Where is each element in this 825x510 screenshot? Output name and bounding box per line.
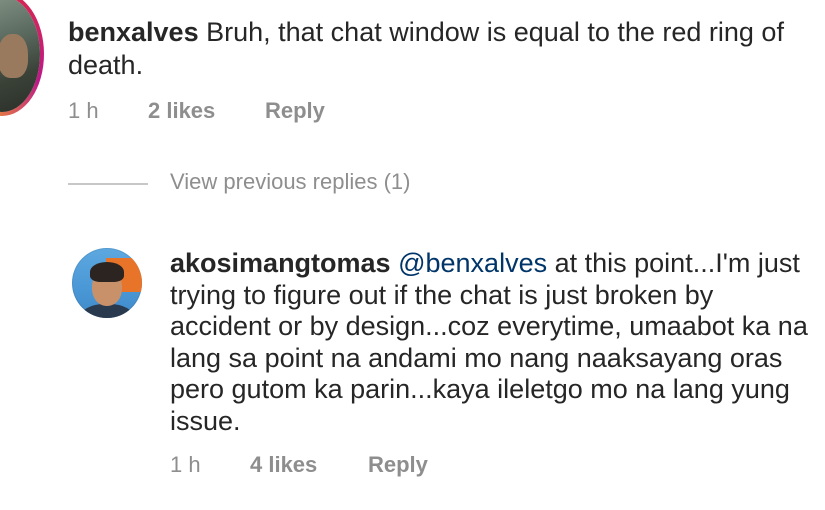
reply-likes[interactable]: 4 likes bbox=[250, 452, 317, 478]
reply-reply-button[interactable]: Reply bbox=[368, 452, 428, 478]
reply-username[interactable]: akosimangtomas bbox=[170, 248, 391, 278]
reply-body: akosimangtomas @benxalves at this point.… bbox=[170, 248, 810, 437]
comment-time: 1 h bbox=[68, 98, 99, 123]
avatar-shirt bbox=[80, 304, 134, 318]
avatar-face bbox=[0, 34, 28, 78]
divider-line bbox=[68, 183, 148, 185]
reply-mention[interactable]: @benxalves bbox=[398, 248, 547, 278]
comment-item: benxalves Bruh, that chat window is equa… bbox=[0, 0, 825, 140]
view-previous-replies-label[interactable]: View previous replies (1) bbox=[170, 169, 410, 195]
reply-time: 1 h bbox=[170, 452, 201, 477]
reply-avatar[interactable] bbox=[72, 248, 142, 318]
avatar[interactable] bbox=[0, 0, 44, 116]
view-previous-replies[interactable]: View previous replies (1) bbox=[68, 168, 568, 198]
comment-likes[interactable]: 2 likes bbox=[148, 98, 215, 124]
avatar-hair bbox=[90, 262, 124, 282]
comment-reply-button[interactable]: Reply bbox=[265, 98, 325, 124]
avatar-photo bbox=[0, 0, 40, 112]
comment-username[interactable]: benxalves bbox=[68, 17, 199, 47]
comment-body: benxalves Bruh, that chat window is equa… bbox=[68, 16, 808, 82]
